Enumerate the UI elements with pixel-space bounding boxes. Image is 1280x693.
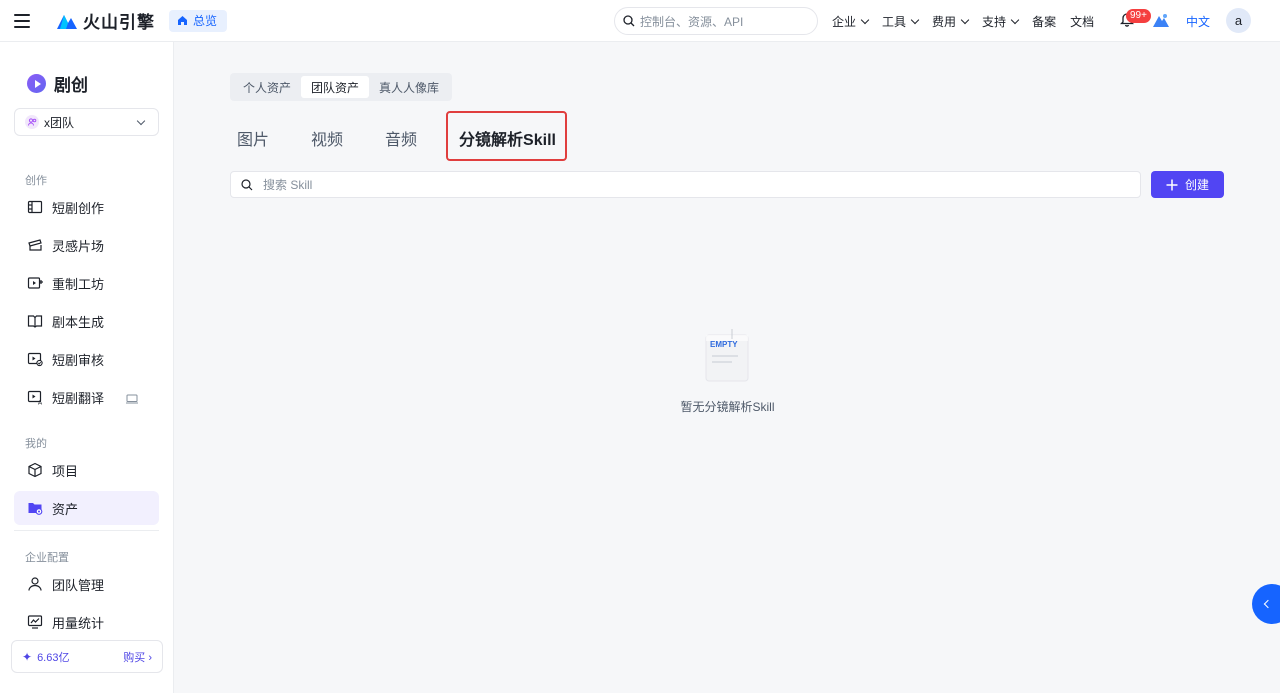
- avatar[interactable]: a: [1226, 8, 1251, 33]
- asset-scope-switch: 个人资产 团队资产 真人人像库: [230, 73, 453, 101]
- sidebar-item-assets[interactable]: 资产: [14, 491, 159, 525]
- sidebar-item-label: 短剧创作: [52, 200, 105, 216]
- mountain-icon[interactable]: [1153, 13, 1169, 30]
- film-grid-icon: [27, 199, 43, 215]
- sidebar-item-team-manage[interactable]: 团队管理: [14, 567, 159, 601]
- highlight-box: [446, 111, 567, 161]
- team-select[interactable]: x团队: [14, 108, 159, 136]
- language-switch[interactable]: 中文: [1186, 13, 1210, 30]
- scope-team[interactable]: 团队资产: [301, 76, 370, 98]
- chevron-down-icon: [1010, 15, 1020, 24]
- notification-badge: 99+: [1126, 9, 1151, 23]
- top-nav: 企业 工具 费用 支持 备案 文档: [832, 0, 1108, 42]
- sidebar-item-label: 资产: [52, 501, 79, 517]
- hamburger-menu-icon[interactable]: [14, 13, 30, 28]
- group-label-enterprise: 企业配置: [25, 552, 69, 564]
- empty-badge: EMPTY: [710, 340, 738, 349]
- video-edit-icon: [27, 275, 43, 291]
- volcengine-logo[interactable]: 火山引擎: [56, 8, 155, 33]
- nav-docs[interactable]: 文档: [1070, 13, 1094, 30]
- monitor-chart-icon: [27, 614, 43, 630]
- console-search-placeholder: 控制台、资源、API: [640, 14, 744, 29]
- nav-support[interactable]: 支持: [982, 13, 1020, 30]
- logo-text: 火山引擎: [83, 13, 155, 32]
- sidebar-item-label: 项目: [52, 463, 79, 479]
- group-label-mine: 我的: [25, 438, 47, 450]
- sidebar-item-label: 团队管理: [52, 577, 105, 593]
- sidebar-item-label: 用量统计: [52, 615, 105, 631]
- search-icon: [623, 15, 635, 27]
- sidebar-item-label: 短剧审核: [52, 352, 105, 368]
- sidebar: 剧创 x团队 创作 短剧创作 灵感片场 重制工坊 剧本生成 短剧审核 A 短剧翻…: [0, 42, 174, 693]
- folder-icon: [27, 500, 43, 516]
- sidebar-item-label: 剧本生成: [52, 314, 105, 330]
- sidebar-item-script[interactable]: 剧本生成: [14, 304, 159, 338]
- chevron-down-icon: [960, 15, 970, 24]
- sidebar-item-short-drama[interactable]: 短剧创作: [14, 190, 159, 224]
- nav-tools[interactable]: 工具: [882, 13, 920, 30]
- nav-enterprise[interactable]: 企业: [832, 13, 870, 30]
- sidebar-item-review[interactable]: 短剧审核: [14, 342, 159, 376]
- scope-portrait-library[interactable]: 真人人像库: [369, 76, 449, 98]
- plus-icon: [1166, 179, 1178, 190]
- console-search-input[interactable]: 控制台、资源、API: [614, 7, 818, 35]
- tab-image[interactable]: 图片: [237, 126, 269, 150]
- skill-search-input[interactable]: 搜索 Skill: [230, 171, 1141, 198]
- nav-billing[interactable]: 费用: [932, 13, 970, 30]
- tab-audio[interactable]: 音频: [385, 126, 417, 150]
- sidebar-item-usage[interactable]: 用量统计: [14, 605, 159, 639]
- team-icon: [25, 115, 39, 129]
- sparkle-icon: ✦: [22, 649, 33, 664]
- scope-personal[interactable]: 个人资产: [233, 76, 301, 98]
- chevron-down-icon: [910, 15, 920, 24]
- top-bar: 火山引擎 总览 控制台、资源、API 企业 工具 费用 支持 备案 文档 99+…: [0, 0, 1280, 42]
- group-label-create: 创作: [25, 175, 47, 187]
- sidebar-divider: [14, 530, 159, 531]
- chevron-down-icon: [860, 15, 870, 24]
- home-icon: [178, 16, 187, 25]
- app-name: 剧创: [54, 76, 88, 95]
- empty-state-icon: EMPTY: [700, 327, 756, 388]
- video-check-icon: [27, 351, 43, 367]
- sidebar-item-remake[interactable]: 重制工坊: [14, 266, 159, 300]
- cube-icon: [27, 462, 43, 478]
- create-button[interactable]: 创建: [1151, 171, 1224, 198]
- sidebar-item-label: 重制工坊: [52, 276, 105, 292]
- buy-link[interactable]: 购买 ›: [123, 649, 152, 665]
- collapse-panel-button[interactable]: [1252, 584, 1280, 624]
- overview-label: 总览: [193, 14, 218, 28]
- quota-value: 6.63亿: [37, 651, 70, 664]
- overview-button[interactable]: 总览: [169, 9, 228, 32]
- app-brand: 剧创: [27, 71, 88, 96]
- sidebar-item-label: 灵感片场: [52, 238, 105, 254]
- tab-video[interactable]: 视频: [311, 126, 343, 150]
- chevron-down-icon: [136, 116, 146, 126]
- sidebar-item-project[interactable]: 项目: [14, 453, 159, 487]
- clapper-icon: [27, 237, 43, 253]
- skill-search-placeholder: 搜索 Skill: [263, 178, 313, 192]
- search-icon: [241, 178, 253, 190]
- play-logo-icon: [27, 74, 46, 93]
- volcano-logo-icon: [57, 14, 77, 29]
- nav-filing[interactable]: 备案: [1032, 13, 1056, 30]
- sidebar-item-inspiration[interactable]: 灵感片场: [14, 228, 159, 262]
- user-icon: [27, 576, 43, 592]
- create-label: 创建: [1184, 178, 1209, 192]
- empty-state-text: 暂无分镜解析Skill: [680, 400, 775, 414]
- chevron-left-icon: [1263, 599, 1273, 609]
- book-icon: [27, 313, 43, 329]
- team-name: x团队: [44, 115, 75, 130]
- quota-card: ✦ 6.63亿 购买 ›: [11, 640, 163, 673]
